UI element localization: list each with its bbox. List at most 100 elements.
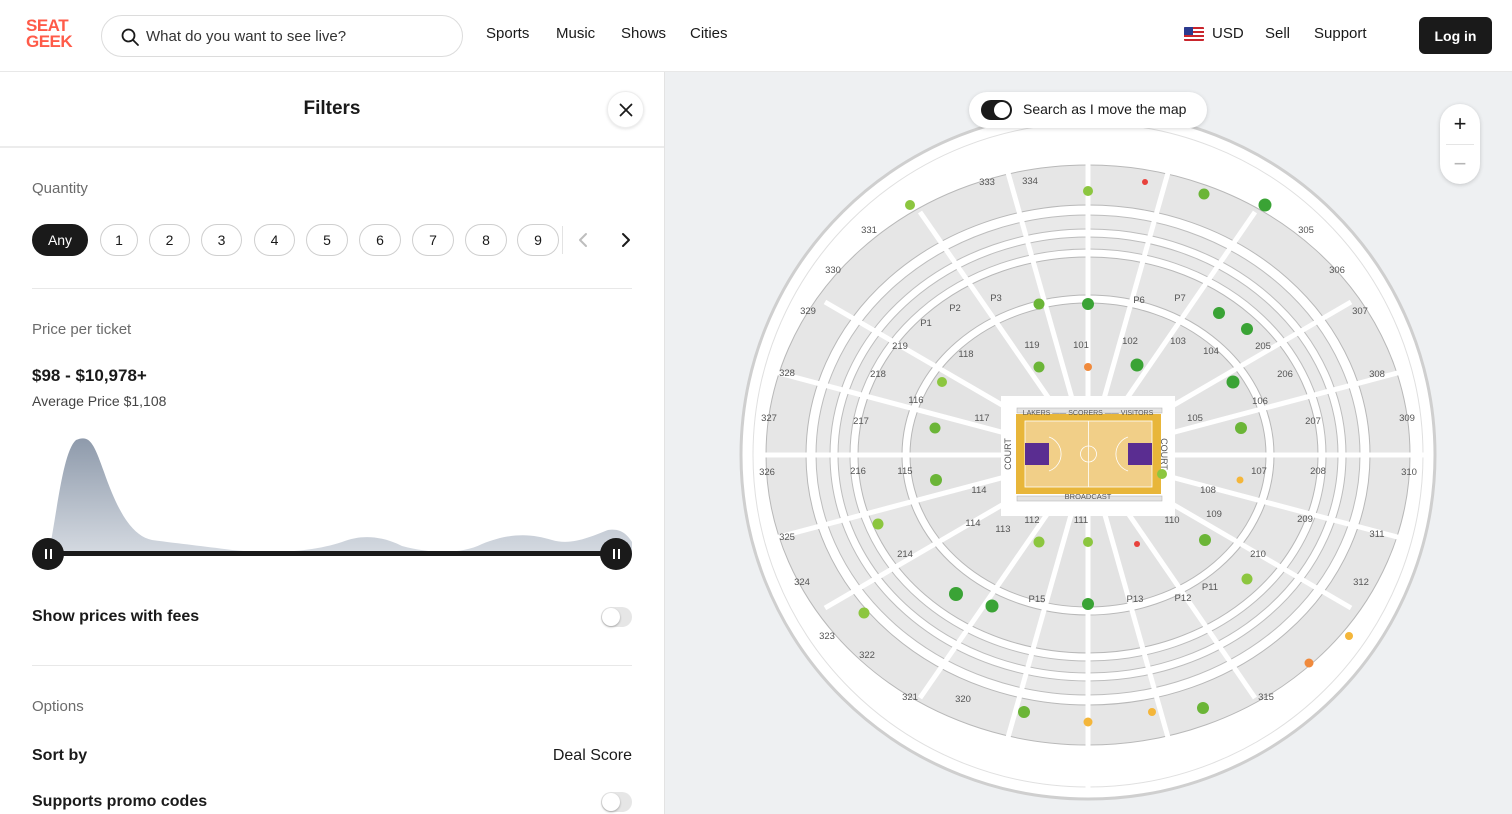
section-label[interactable]: P3 bbox=[990, 293, 1002, 304]
sort-by-value[interactable]: Deal Score bbox=[500, 747, 632, 765]
listing-marker[interactable] bbox=[1134, 541, 1140, 547]
section-label[interactable]: 216 bbox=[850, 466, 866, 477]
section-label[interactable]: 116 bbox=[908, 395, 923, 406]
section-label[interactable]: 210 bbox=[1250, 549, 1266, 560]
price-slider-min-handle[interactable] bbox=[32, 538, 64, 570]
section-label[interactable]: 326 bbox=[759, 467, 775, 478]
section-label[interactable]: P2 bbox=[949, 303, 961, 314]
listing-marker[interactable] bbox=[1082, 298, 1094, 310]
promo-codes-toggle[interactable] bbox=[601, 792, 632, 812]
section-label[interactable]: 108 bbox=[1200, 485, 1216, 496]
section-label[interactable]: 327 bbox=[761, 413, 777, 424]
section-label[interactable]: P1 bbox=[920, 318, 932, 329]
section-label[interactable]: 306 bbox=[1329, 265, 1345, 276]
quantity-option-5[interactable]: 5 bbox=[306, 224, 348, 256]
section-label[interactable]: 207 bbox=[1305, 416, 1321, 427]
listing-marker[interactable] bbox=[1236, 476, 1244, 484]
listing-marker[interactable] bbox=[1345, 632, 1353, 640]
quantity-option-4[interactable]: 4 bbox=[254, 224, 295, 256]
section-label[interactable]: 206 bbox=[1277, 369, 1293, 380]
section-label[interactable]: 102 bbox=[1122, 336, 1138, 347]
section-label[interactable]: 333 bbox=[979, 177, 995, 188]
section-label[interactable]: 334 bbox=[1022, 176, 1038, 187]
listing-marker[interactable] bbox=[1148, 708, 1156, 716]
listing-marker[interactable] bbox=[1235, 422, 1247, 434]
arena-diagram[interactable]: LAKERS —— SCORERS —— VISITORS BROADCAST … bbox=[665, 72, 1512, 814]
section-label[interactable]: 323 bbox=[819, 631, 835, 642]
currency-selector[interactable]: USD bbox=[1184, 25, 1244, 42]
listing-marker[interactable] bbox=[1226, 375, 1240, 389]
section-label[interactable]: P11 bbox=[1202, 582, 1218, 593]
section-label[interactable]: 112 bbox=[1024, 515, 1039, 526]
login-button[interactable]: Log in bbox=[1419, 17, 1492, 54]
listing-marker[interactable] bbox=[1304, 658, 1314, 668]
listing-marker[interactable] bbox=[858, 607, 870, 619]
seatgeek-logo[interactable]: SEAT GEEK bbox=[26, 17, 74, 54]
listing-marker[interactable] bbox=[1198, 188, 1210, 200]
section-label[interactable]: 111 bbox=[1074, 515, 1088, 526]
section-label[interactable]: 117 bbox=[974, 413, 989, 424]
section-label[interactable]: 321 bbox=[902, 692, 918, 703]
listing-marker[interactable] bbox=[1018, 706, 1030, 718]
listing-marker[interactable] bbox=[1197, 702, 1209, 714]
listing-marker[interactable] bbox=[1084, 363, 1092, 371]
section-label[interactable]: 330 bbox=[825, 265, 841, 276]
quantity-option-7[interactable]: 7 bbox=[412, 224, 454, 256]
section-label[interactable]: 119 bbox=[1024, 340, 1039, 351]
section-label[interactable]: 101 bbox=[1073, 340, 1089, 351]
section-label[interactable]: P6 bbox=[1133, 295, 1145, 306]
search-as-move-toggle[interactable]: Search as I move the map bbox=[969, 92, 1207, 128]
listing-marker[interactable] bbox=[1142, 179, 1148, 185]
section-label[interactable]: 331 bbox=[861, 225, 877, 236]
section-label[interactable]: 305 bbox=[1298, 225, 1314, 236]
listing-marker[interactable] bbox=[930, 474, 942, 486]
listing-marker[interactable] bbox=[905, 200, 915, 210]
section-label[interactable]: 315 bbox=[1258, 692, 1274, 703]
listing-marker[interactable] bbox=[1082, 598, 1094, 610]
listing-marker[interactable] bbox=[1033, 298, 1045, 310]
listing-marker[interactable] bbox=[1083, 717, 1093, 727]
listing-marker[interactable] bbox=[1083, 537, 1093, 547]
quantity-option-8[interactable]: 8 bbox=[465, 224, 507, 256]
section-label[interactable]: 325 bbox=[779, 532, 795, 543]
section-label[interactable]: 308 bbox=[1369, 369, 1385, 380]
nav-sports[interactable]: Sports bbox=[486, 25, 529, 42]
section-label[interactable]: 114 bbox=[965, 518, 980, 529]
quantity-option-6[interactable]: 6 bbox=[359, 224, 401, 256]
section-label[interactable]: 104 bbox=[1203, 346, 1219, 357]
listing-marker[interactable] bbox=[929, 422, 941, 434]
nav-sell[interactable]: Sell bbox=[1265, 25, 1290, 42]
close-filters-button[interactable] bbox=[607, 91, 644, 128]
listing-marker[interactable] bbox=[872, 518, 884, 530]
quantity-option-1[interactable]: 1 bbox=[100, 224, 138, 256]
section-label[interactable]: P12 bbox=[1175, 593, 1192, 604]
search-input[interactable] bbox=[146, 25, 446, 47]
listing-marker[interactable] bbox=[1213, 307, 1225, 319]
toggle-switch[interactable] bbox=[981, 100, 1012, 120]
listing-marker[interactable] bbox=[949, 587, 963, 601]
nav-support[interactable]: Support bbox=[1314, 25, 1367, 42]
section-label[interactable]: 107 bbox=[1251, 466, 1267, 477]
listing-marker[interactable] bbox=[1241, 573, 1253, 585]
section-label[interactable]: 309 bbox=[1399, 413, 1415, 424]
section-label[interactable]: 219 bbox=[892, 341, 908, 352]
nav-cities[interactable]: Cities bbox=[690, 25, 728, 42]
listing-marker[interactable] bbox=[1083, 186, 1093, 196]
quantity-option-3[interactable]: 3 bbox=[201, 224, 242, 256]
section-label[interactable]: P13 bbox=[1127, 594, 1144, 605]
section-label[interactable]: 118 bbox=[958, 349, 973, 360]
listing-marker[interactable] bbox=[1258, 198, 1272, 212]
show-fees-toggle[interactable] bbox=[601, 607, 632, 627]
section-label[interactable]: 214 bbox=[897, 549, 913, 560]
listing-marker[interactable] bbox=[1199, 534, 1211, 546]
section-label[interactable]: 105 bbox=[1187, 413, 1203, 424]
nav-music[interactable]: Music bbox=[556, 25, 595, 42]
section-label[interactable]: 322 bbox=[859, 650, 875, 661]
zoom-out-button[interactable]: − bbox=[1440, 144, 1480, 184]
listing-marker[interactable] bbox=[937, 377, 947, 387]
quantity-option-any[interactable]: Any bbox=[32, 224, 88, 256]
section-label[interactable]: 110 bbox=[1164, 515, 1179, 526]
price-slider-max-handle[interactable] bbox=[600, 538, 632, 570]
section-label[interactable]: 320 bbox=[955, 694, 971, 705]
section-label[interactable]: 106 bbox=[1252, 396, 1268, 407]
